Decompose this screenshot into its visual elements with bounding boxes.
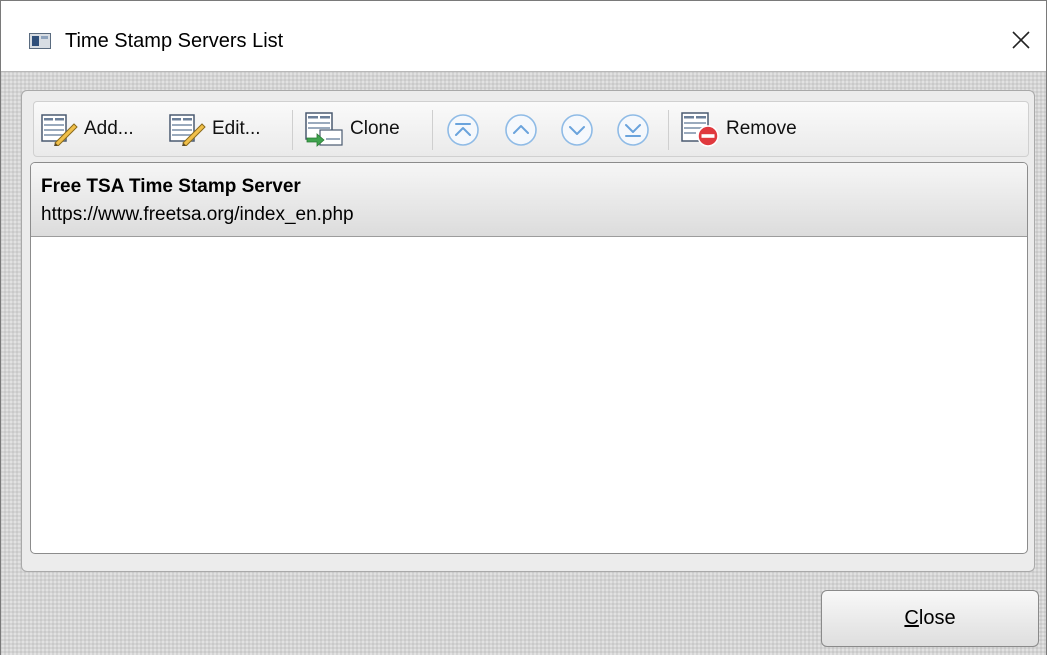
app-icon (29, 33, 51, 49)
toolbar: Add... Edit... Clone Remove (33, 101, 1029, 157)
dialog-window: Time Stamp Servers List Add... Edit... C… (0, 0, 1047, 655)
close-button-accelerator: C (904, 607, 919, 629)
close-window-button[interactable] (1004, 23, 1038, 57)
move-down-icon (561, 114, 593, 146)
toolbar-separator (432, 110, 433, 150)
close-button[interactable]: Close (821, 590, 1039, 647)
move-to-top-button[interactable] (446, 113, 480, 147)
remove-button-label: Remove (726, 118, 797, 139)
add-button-label: Add... (84, 118, 134, 139)
list-item[interactable]: Free TSA Time Stamp Server https://www.f… (31, 163, 1027, 237)
clone-button-label: Clone (350, 118, 400, 139)
window-title: Time Stamp Servers List (65, 30, 284, 52)
clone-server-icon (305, 112, 343, 147)
edit-button[interactable]: Edit... (168, 111, 261, 147)
server-url: https://www.freetsa.org/index_en.php (41, 204, 354, 225)
move-up-button[interactable] (504, 113, 538, 147)
close-icon (1012, 31, 1030, 49)
remove-button[interactable]: Remove (680, 111, 797, 147)
move-to-bottom-button[interactable] (616, 113, 650, 147)
close-button-label: lose (918, 607, 956, 629)
server-name: Free TSA Time Stamp Server (41, 176, 301, 197)
move-up-icon (505, 114, 537, 146)
servers-panel: Add... Edit... Clone Remove Free TSA Tim… (21, 90, 1035, 572)
title-bar: Time Stamp Servers List (1, 1, 1046, 71)
add-server-icon (41, 114, 78, 146)
edit-button-label: Edit... (212, 118, 261, 139)
move-down-button[interactable] (560, 113, 594, 147)
move-to-top-icon (447, 114, 479, 146)
remove-server-icon (681, 112, 719, 147)
add-button[interactable]: Add... (40, 111, 134, 147)
move-to-bottom-icon (617, 114, 649, 146)
server-list[interactable]: Free TSA Time Stamp Server https://www.f… (30, 162, 1028, 554)
edit-server-icon (169, 114, 206, 146)
toolbar-separator (292, 110, 293, 150)
clone-button[interactable]: Clone (304, 111, 400, 147)
dialog-body: Add... Edit... Clone Remove Free TSA Tim… (1, 71, 1046, 655)
toolbar-separator (668, 110, 669, 150)
